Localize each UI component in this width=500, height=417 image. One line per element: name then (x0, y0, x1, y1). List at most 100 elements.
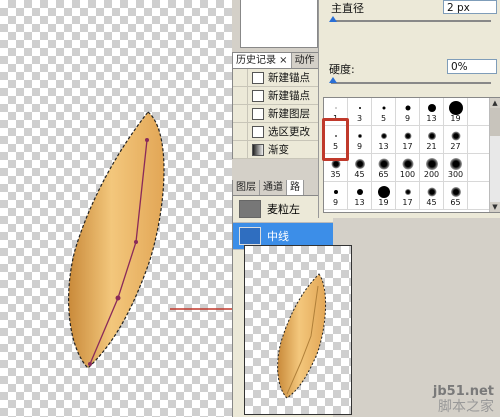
brush-tip-icon (335, 107, 336, 109)
brush-panel: 主直径 2 px 硬度: 0% 1 3 5 9 13 19 5 9 13 17 21 27 35 45 65… (318, 0, 500, 218)
diameter-field[interactable]: 2 px (443, 0, 497, 14)
brush-size-label: 21 (426, 142, 437, 151)
history-item[interactable]: 选区更改 (233, 123, 319, 141)
brush-tip-icon (427, 132, 436, 140)
brush-tip-icon (333, 190, 338, 194)
history-step-icon (252, 71, 264, 84)
scroll-up-icon[interactable]: ▲ (490, 98, 500, 108)
leaf-shape (67, 111, 165, 369)
preview-leaf (277, 273, 326, 399)
tab-actions[interactable]: 动作 (292, 53, 319, 68)
brush-size-label: 17 (402, 142, 413, 151)
tab-layers[interactable]: 图层 (233, 180, 260, 195)
brush-tip-icon (377, 186, 390, 198)
brush-tip-icon (404, 189, 411, 195)
brush-tip-icon (450, 187, 461, 197)
history-item[interactable]: 渐变 (233, 141, 319, 159)
brush-tip-icon (425, 158, 438, 170)
brush-tip-icon (405, 105, 410, 111)
history-step-icon (252, 107, 264, 120)
hardness-slider[interactable] (331, 82, 491, 84)
path-anchor (115, 295, 121, 301)
preset-scrollbar[interactable]: ▲ ▼ (489, 98, 500, 212)
brush-size-label: 27 (450, 142, 461, 151)
tab-channels[interactable]: 通道 (260, 180, 287, 195)
brush-size-label: 65 (450, 198, 461, 207)
canvas-area[interactable] (0, 0, 232, 417)
scroll-down-icon[interactable]: ▼ (490, 202, 500, 212)
brush-size-label: 9 (404, 114, 411, 123)
arrow-icon (170, 304, 241, 314)
path-preview (244, 245, 352, 415)
history-item[interactable]: 新建锚点 (233, 69, 319, 87)
brush-preset[interactable]: 19 (444, 98, 468, 126)
brush-tip-icon (451, 131, 460, 141)
brush-preset-grid: 1 3 5 9 13 19 5 9 13 17 21 27 35 45 65 100 200 300 9 13 19 17… (324, 98, 492, 210)
brush-tip-icon (404, 132, 411, 140)
hardness-label: 硬度: (329, 63, 355, 76)
history-panel: 历史记录 × 动作 新建锚点 新建锚点 新建图层 选区更改 渐变 (232, 52, 320, 159)
brush-size-label: 65 (378, 170, 389, 179)
hardness-field[interactable]: 0% (447, 59, 497, 74)
brush-preset[interactable]: 9 (396, 98, 420, 126)
brush-preset[interactable]: 65 (372, 154, 396, 182)
layer-thumbnail (239, 200, 261, 218)
layer-name: 麦粒左 (267, 203, 300, 216)
brush-preset[interactable]: 9 (348, 126, 372, 154)
brush-tip-icon (402, 158, 413, 170)
tab-paths[interactable]: 路 (287, 180, 304, 195)
path-anchor (88, 362, 92, 366)
brush-size-label: 200 (423, 170, 440, 179)
brush-size-label: 45 (426, 198, 437, 207)
hardness-slider-thumb[interactable] (329, 77, 337, 83)
brush-tip-icon (356, 189, 363, 195)
brush-preset[interactable]: 5 (372, 98, 396, 126)
brush-tip-icon (382, 106, 385, 110)
history-tabbar: 历史记录 × 动作 (233, 53, 319, 69)
history-item[interactable]: 新建锚点 (233, 87, 319, 105)
brush-preset[interactable]: 65 (444, 182, 468, 210)
leaf-artwork (67, 111, 165, 369)
brush-size-label: 35 (330, 170, 341, 179)
gradient-icon (252, 143, 264, 156)
diameter-label: 主直径 (331, 2, 364, 15)
diameter-slider[interactable] (331, 20, 491, 22)
brush-preset[interactable]: 45 (348, 154, 372, 182)
tab-history[interactable]: 历史记录 × (233, 53, 292, 68)
brush-preset[interactable]: 9 (324, 182, 348, 210)
brush-preset[interactable]: 200 (420, 154, 444, 182)
brush-preset[interactable]: 13 (348, 182, 372, 210)
brush-preset[interactable]: 27 (444, 126, 468, 154)
brush-size-label: 100 (399, 170, 416, 179)
brush-preset[interactable]: 45 (420, 182, 444, 210)
brush-preset[interactable]: 13 (372, 126, 396, 154)
brush-tip-icon (448, 101, 463, 115)
brush-size-label: 13 (426, 114, 437, 123)
brush-preset[interactable]: 3 (348, 98, 372, 126)
callout-box (322, 118, 349, 161)
brush-size-label: 9 (356, 142, 363, 151)
brush-size-label: 3 (356, 114, 363, 123)
path-anchor (145, 138, 149, 142)
brush-preset[interactable]: 19 (372, 182, 396, 210)
brush-size-label: 17 (402, 198, 413, 207)
scroll-thumb[interactable] (490, 108, 500, 136)
brush-preset[interactable]: 21 (420, 126, 444, 154)
diameter-slider-thumb[interactable] (329, 16, 337, 22)
brush-size-label: 13 (378, 142, 389, 151)
layer-thumbnail (239, 227, 261, 245)
layer-name: 中线 (267, 230, 289, 243)
brush-tip-icon (427, 187, 436, 197)
brush-size-label: 9 (332, 198, 339, 207)
brush-preset[interactable]: 17 (396, 182, 420, 210)
brush-size-label: 19 (378, 198, 389, 207)
brush-tip-icon (427, 104, 436, 112)
brush-tip-icon (354, 159, 365, 169)
history-item[interactable]: 新建图层 (233, 105, 319, 123)
brush-preset[interactable]: 300 (444, 154, 468, 182)
brush-preset[interactable]: 17 (396, 126, 420, 154)
brush-preset[interactable]: 13 (420, 98, 444, 126)
brush-size-label: 19 (450, 114, 461, 123)
brush-preset[interactable]: 100 (396, 154, 420, 182)
brush-size-label: 45 (354, 170, 365, 179)
